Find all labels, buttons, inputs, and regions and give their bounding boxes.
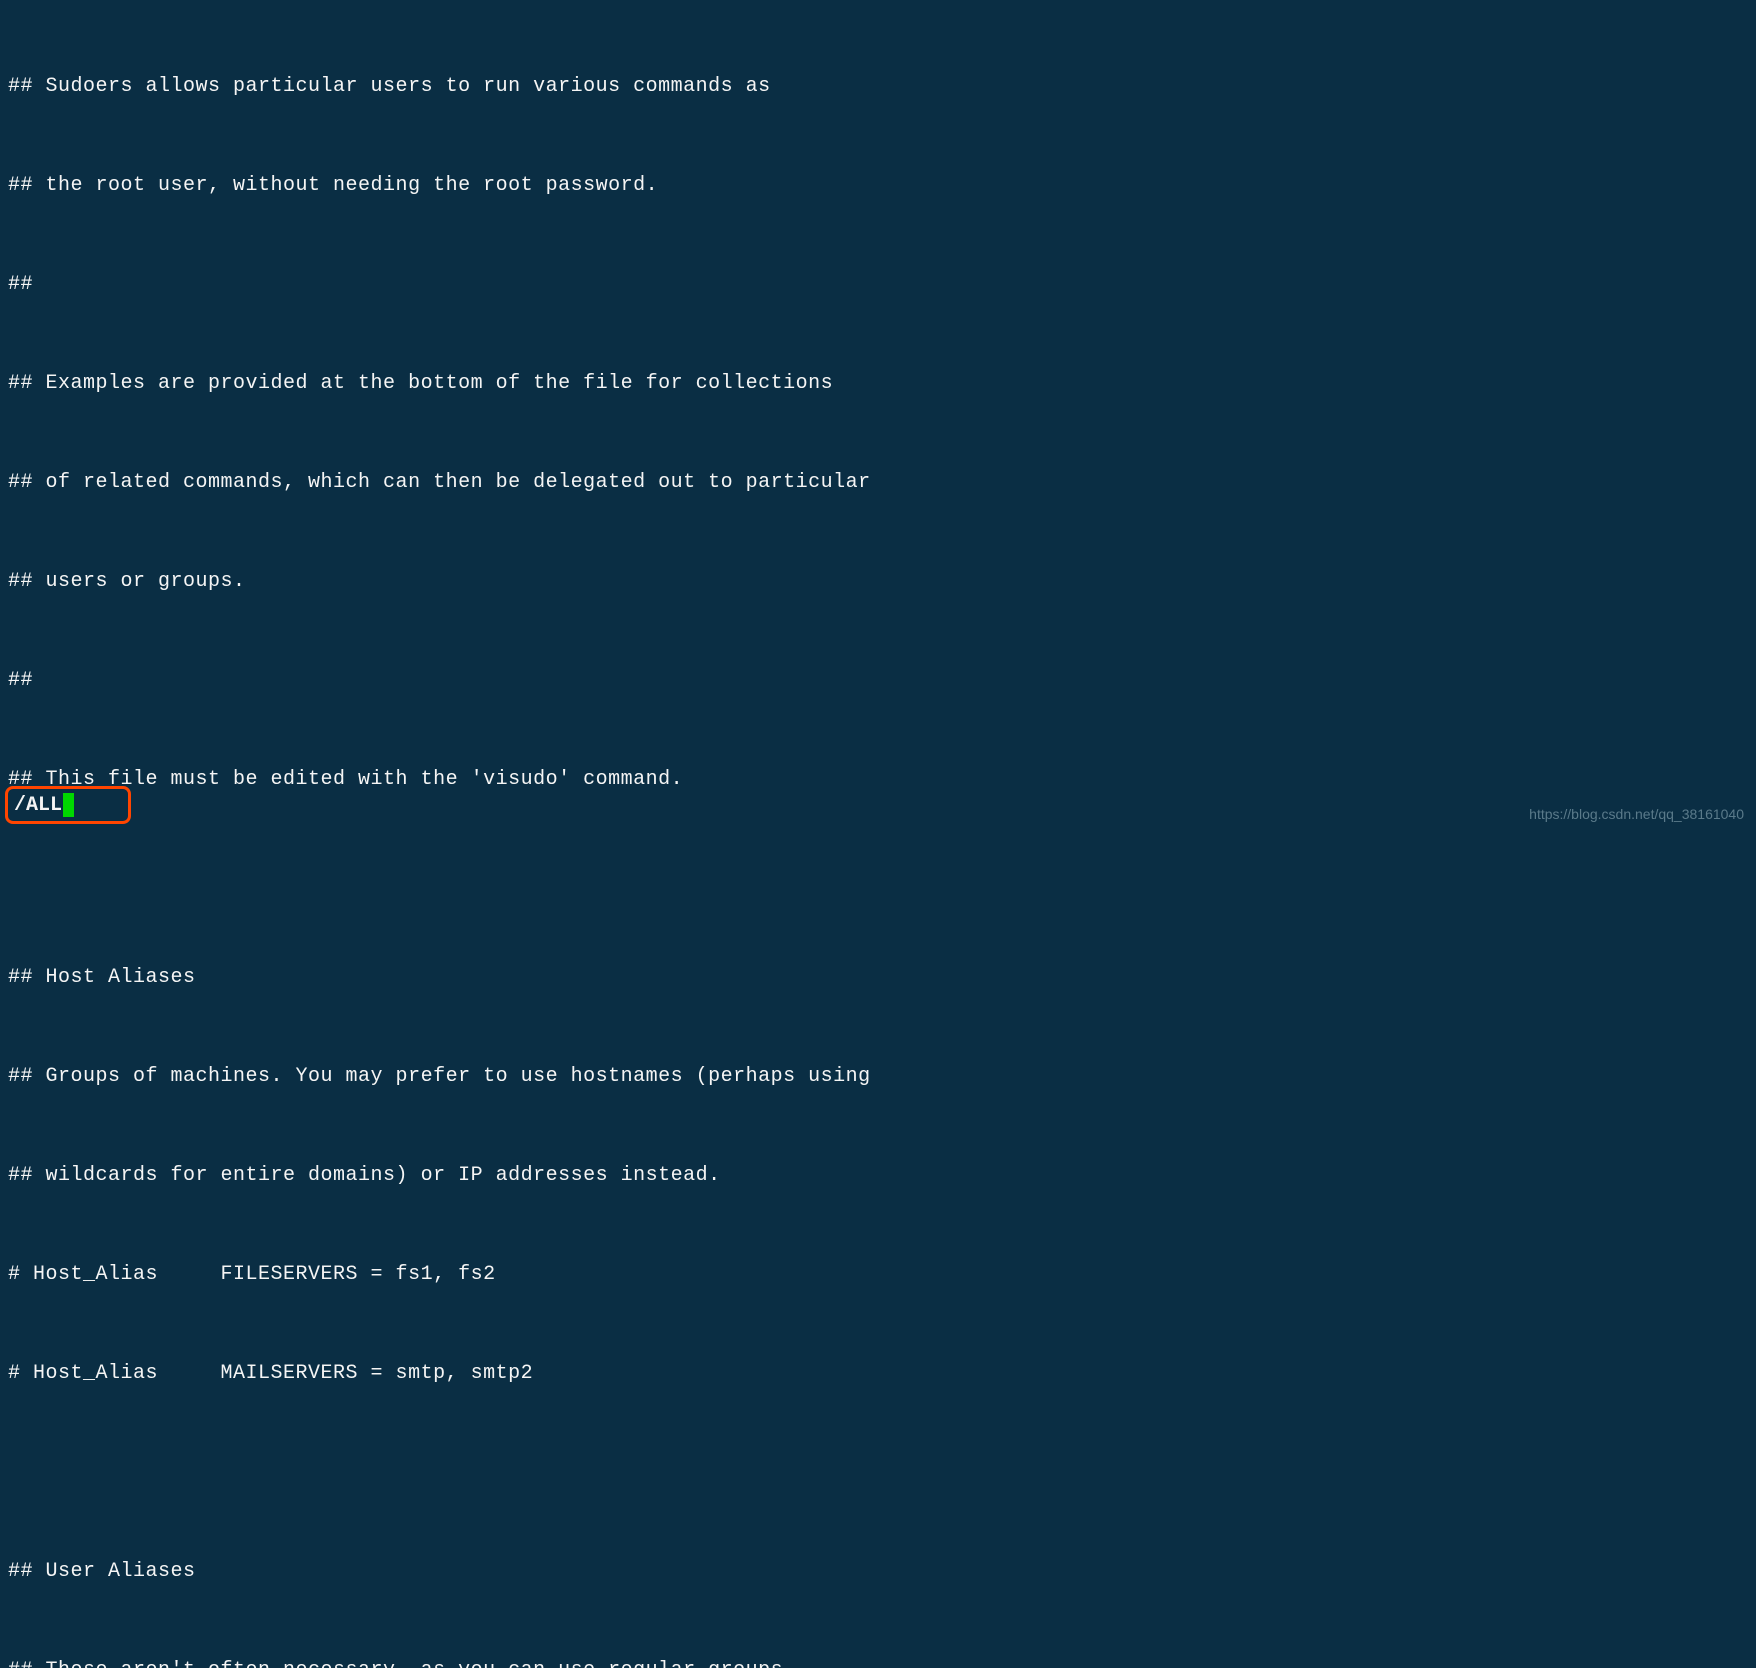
file-line: ## Host Aliases (8, 961, 1748, 994)
file-line: ## These aren't often necessary, as you … (8, 1654, 1748, 1668)
file-line: # Host_Alias MAILSERVERS = smtp, smtp2 (8, 1357, 1748, 1390)
file-line: # Host_Alias FILESERVERS = fs1, fs2 (8, 1258, 1748, 1291)
search-input-container[interactable]: /ALL (5, 786, 131, 824)
file-line: ## Examples are provided at the bottom o… (8, 367, 1748, 400)
file-line: ## users or groups. (8, 565, 1748, 598)
file-line: ## This file must be edited with the 'vi… (8, 763, 1748, 796)
file-line: ## Groups of machines. You may prefer to… (8, 1060, 1748, 1093)
watermark-text: https://blog.csdn.net/qq_38161040 (1529, 803, 1744, 826)
file-line: ## (8, 268, 1748, 301)
search-query: ALL (26, 789, 62, 822)
file-line (8, 862, 1748, 895)
terminal-content: ## Sudoers allows particular users to ru… (8, 4, 1748, 1668)
file-line: ## wildcards for entire domains) or IP a… (8, 1159, 1748, 1192)
cursor-icon (63, 793, 74, 817)
file-line: ## of related commands, which can then b… (8, 466, 1748, 499)
file-line: ## (8, 664, 1748, 697)
file-line (8, 1456, 1748, 1489)
file-line: ## Sudoers allows particular users to ru… (8, 70, 1748, 103)
file-line: ## User Aliases (8, 1555, 1748, 1588)
search-prefix: / (14, 789, 26, 822)
file-line: ## the root user, without needing the ro… (8, 169, 1748, 202)
